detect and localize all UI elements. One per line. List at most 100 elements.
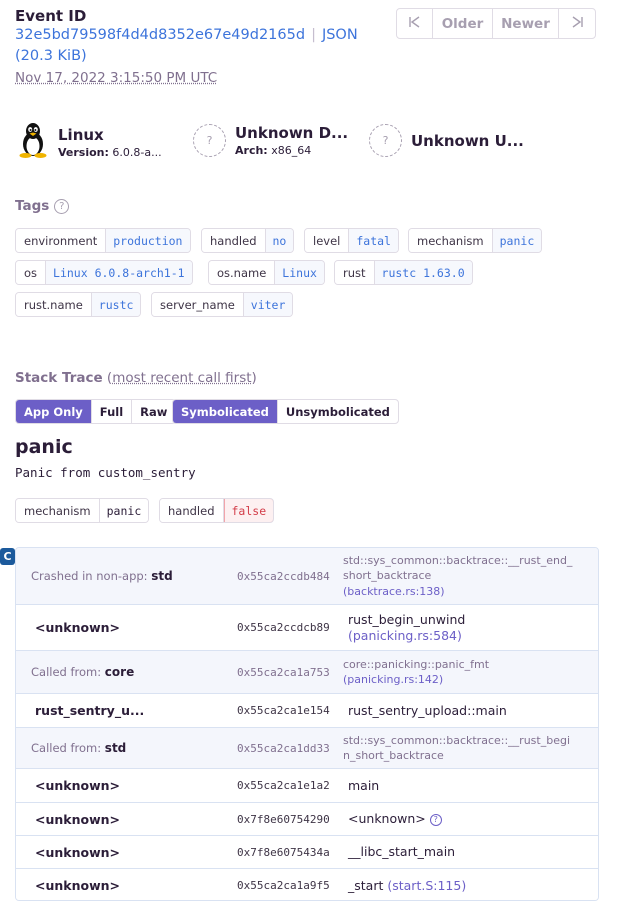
mechanism-tag[interactable]: mechanism panic xyxy=(15,498,150,523)
skip-first-icon xyxy=(408,15,422,33)
view-toggle-group: App Only Full Raw xyxy=(15,399,177,424)
tag-key: os.name xyxy=(209,261,276,284)
tag-os-name[interactable]: os.name Linux xyxy=(208,260,325,285)
stack-trace-title: Stack Trace xyxy=(15,370,103,386)
full-button[interactable]: Full xyxy=(92,400,133,423)
unsymbolicated-button[interactable]: Unsymbolicated xyxy=(278,400,398,423)
frame-package: Called from: core xyxy=(31,665,135,679)
frame-function: main xyxy=(348,777,380,793)
last-event-button[interactable] xyxy=(559,9,595,38)
frame-package: <unknown> xyxy=(35,620,120,635)
frame-function: <unknown>? xyxy=(348,811,578,827)
separator: | xyxy=(311,27,316,43)
tag-key: server_name xyxy=(152,293,244,316)
frame-address: 0x55ca2ccdb484 xyxy=(237,569,330,583)
tag-value: false xyxy=(223,499,274,522)
frame-function: rust_begin_unwind (panicking.rs:584) xyxy=(348,611,466,643)
tag-rust[interactable]: rust rustc 1.63.0 xyxy=(334,260,473,285)
tag-key: handled xyxy=(160,499,224,522)
context-os[interactable]: Linux Version: 6.0.8-a... xyxy=(17,122,162,162)
frame-address: 0x55ca2ccdcb89 xyxy=(237,621,330,634)
context-os-title: Linux xyxy=(58,125,104,144)
newer-button[interactable]: Newer xyxy=(493,9,559,38)
context-user[interactable]: ? Unknown U... xyxy=(369,124,524,157)
help-icon[interactable]: ? xyxy=(54,198,70,214)
symbolicated-button[interactable]: Symbolicated xyxy=(173,400,278,423)
unknown-user-icon: ? xyxy=(369,124,402,157)
tag-value[interactable]: production xyxy=(106,229,190,252)
frame-row[interactable]: rust_sentry_u... 0x55ca2ca1e154 rust_sen… xyxy=(16,694,598,728)
event-size: (20.3 KiB) xyxy=(15,48,87,64)
tag-key: level xyxy=(305,229,350,252)
frame-package: rust_sentry_u... xyxy=(35,703,145,718)
tag-key: mechanism xyxy=(409,229,493,252)
frame-row[interactable]: Called from: std 0x55ca2ca1dd33 std::sys… xyxy=(16,728,598,769)
help-icon[interactable]: ? xyxy=(429,813,442,826)
tag-server-name[interactable]: server_name viter xyxy=(151,292,294,317)
tag-level[interactable]: level fatal xyxy=(304,228,399,253)
frame-package: <unknown> xyxy=(35,878,120,893)
event-date[interactable]: Nov 17, 2022 3:15:50 PM UTC xyxy=(15,70,217,86)
frame-row[interactable]: <unknown> 0x7f8e60754290 <unknown>? xyxy=(16,803,598,836)
frame-function: __libc_start_main xyxy=(348,844,456,859)
frame-row[interactable]: <unknown> 0x7f8e6075434a __libc_start_ma… xyxy=(16,836,598,869)
frame-row[interactable]: <unknown> 0x55ca2ca1e1a2 main xyxy=(16,769,598,803)
frame-row[interactable]: Crashed in non-app: std 0x55ca2ccdb484 s… xyxy=(16,548,598,605)
tag-os[interactable]: os Linux 6.0.8-arch1-1 xyxy=(15,260,193,285)
call-order-toggle[interactable]: most recent call first xyxy=(112,370,251,386)
tags-heading-label: Tags xyxy=(15,198,50,214)
tag-value[interactable]: viter xyxy=(243,293,293,316)
frame-package: <unknown> xyxy=(35,844,120,860)
paren-close: ) xyxy=(251,370,257,386)
tag-value[interactable]: Linux 6.0.8-arch1-1 xyxy=(46,261,192,284)
frame-address: 0x55ca2ca1e1a2 xyxy=(237,779,330,792)
symbolication-toggle-group: Symbolicated Unsymbolicated xyxy=(172,399,399,424)
tag-mechanism[interactable]: mechanism panic xyxy=(408,228,543,253)
context-user-title: Unknown U... xyxy=(411,131,524,150)
frame-function: std::sys_common::backtrace::__rust_end_s… xyxy=(343,553,573,598)
frame-address: 0x55ca2ca1a753 xyxy=(237,665,330,679)
context-device[interactable]: ? Unknown D... Arch: x86_64 xyxy=(193,124,348,157)
frame-address: 0x55ca2ca1dd33 xyxy=(237,741,330,755)
frame-address: 0x55ca2ca1e154 xyxy=(237,704,330,717)
raw-button[interactable]: Raw xyxy=(132,400,175,423)
tag-value[interactable]: rustc 1.63.0 xyxy=(374,261,472,284)
frame-row[interactable]: Called from: core 0x55ca2ca1a753 core::p… xyxy=(16,651,598,694)
json-link[interactable]: JSON xyxy=(322,27,358,43)
tags-heading: Tags ? xyxy=(15,198,70,214)
stack-frames: Crashed in non-app: std 0x55ca2ccdb484 s… xyxy=(15,547,599,901)
frame-row[interactable]: <unknown> 0x55ca2ca1a9f5 _start (start.S… xyxy=(16,869,598,900)
tag-key: rust xyxy=(335,261,375,284)
tag-environment[interactable]: environment production xyxy=(15,228,191,253)
tag-key: os xyxy=(16,261,47,284)
skip-last-icon xyxy=(570,15,584,33)
frame-address: 0x55ca2ca1a9f5 xyxy=(237,879,330,892)
tag-rust-name[interactable]: rust.name rustc xyxy=(15,292,142,317)
tag-key: mechanism xyxy=(16,499,100,522)
frame-row[interactable]: <unknown> 0x55ca2ccdcb89 rust_begin_unwi… xyxy=(16,605,598,651)
frame-package: Crashed in non-app: std xyxy=(31,569,173,583)
frame-address: 0x7f8e60754290 xyxy=(237,812,330,826)
tag-value[interactable]: panic xyxy=(492,229,542,252)
context-device-sub: Arch: x86_64 xyxy=(235,144,312,157)
tag-handled[interactable]: handled no xyxy=(201,228,295,253)
frame-package: Called from: std xyxy=(31,741,127,755)
event-id-link[interactable]: 32e5bd79598f4d4d8352e67e49d2165d xyxy=(15,27,305,43)
tag-value[interactable]: rustc xyxy=(91,293,141,316)
first-event-button[interactable] xyxy=(397,9,433,38)
older-button[interactable]: Older xyxy=(433,9,493,38)
exception-value: Panic from custom_sentry xyxy=(15,465,196,480)
app-only-button[interactable]: App Only xyxy=(16,400,92,423)
tag-value[interactable]: Linux xyxy=(275,261,324,284)
c-platform-icon: C xyxy=(0,548,15,565)
tag-value[interactable]: no xyxy=(265,229,294,252)
tag-value: panic xyxy=(99,499,149,522)
context-device-title: Unknown D... xyxy=(235,124,349,142)
stack-trace-heading: Stack Trace (most recent call first) xyxy=(15,370,257,386)
tag-key: handled xyxy=(202,229,266,252)
frame-package: <unknown> xyxy=(35,811,120,827)
tag-value[interactable]: fatal xyxy=(349,229,398,252)
exception-type: panic xyxy=(15,436,73,458)
frame-function: std::sys_common::backtrace::__rust_begin… xyxy=(343,733,571,763)
handled-tag[interactable]: handled false xyxy=(159,498,275,523)
